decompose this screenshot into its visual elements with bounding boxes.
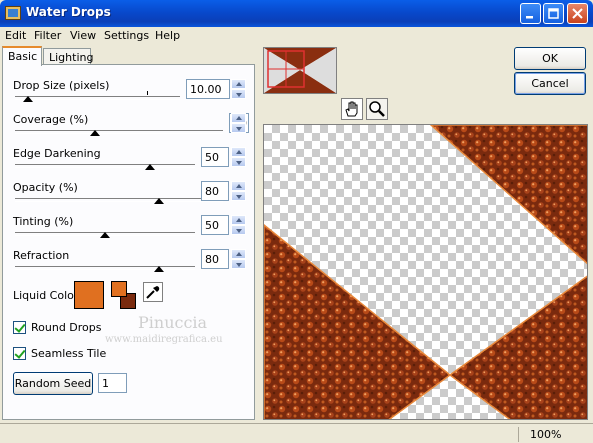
coverage-spinner[interactable] <box>231 113 246 133</box>
cancel-button[interactable]: Cancel <box>514 72 586 95</box>
tinting-thumb[interactable] <box>100 232 110 238</box>
seamless-tile-label: Seamless Tile <box>31 347 107 360</box>
drop-size-slider[interactable] <box>15 96 180 100</box>
eyedropper-icon <box>146 286 160 299</box>
tinting-spinner[interactable] <box>231 215 246 235</box>
zoom-tool-button[interactable] <box>366 98 388 120</box>
edge-darkening-thumb[interactable] <box>145 164 155 170</box>
random-seed-field[interactable]: 1 <box>98 373 127 393</box>
title-bar: Water Drops <box>0 0 593 27</box>
refraction-thumb[interactable] <box>154 266 164 272</box>
drop-size-field[interactable]: 10.00 <box>186 79 230 99</box>
watermark-name: Pinuccia <box>138 313 208 332</box>
menu-settings[interactable]: Settings <box>104 29 149 42</box>
menu-bar: Edit Filter View Settings Help <box>0 27 593 45</box>
opacity-thumb[interactable] <box>154 198 164 204</box>
random-seed-button[interactable]: Random Seed <box>13 372 93 395</box>
minimize-icon <box>526 16 533 19</box>
refraction-field[interactable]: 80 <box>201 249 229 269</box>
foreground-color-swatch[interactable] <box>111 281 127 297</box>
zoom-level: 100% <box>530 428 562 441</box>
edge-darkening-slider[interactable] <box>15 164 195 168</box>
opacity-slider[interactable] <box>15 198 223 202</box>
navigator-thumbnail[interactable] <box>263 47 337 94</box>
refraction-spinner[interactable] <box>231 249 246 269</box>
round-drops-checkbox[interactable] <box>13 321 26 334</box>
app-icon <box>5 6 21 20</box>
menu-view[interactable]: View <box>70 29 96 42</box>
status-bar: 100% <box>0 423 593 443</box>
tinting-label: Tinting (%) <box>13 215 74 228</box>
coverage-label: Coverage (%) <box>13 113 89 126</box>
menu-help[interactable]: Help <box>155 29 180 42</box>
minimize-button[interactable] <box>520 3 541 24</box>
watermark-url: www.maidiregrafica.eu <box>105 334 223 345</box>
round-drops-label: Round Drops <box>31 321 102 334</box>
close-button[interactable] <box>567 3 588 24</box>
opacity-spinner[interactable] <box>231 181 246 201</box>
preview-image <box>264 125 587 419</box>
edge-darkening-field[interactable]: 50 <box>201 147 229 167</box>
liquid-color-swatch[interactable] <box>74 281 104 309</box>
eyedropper-button[interactable] <box>143 282 163 302</box>
liquid-color-label: Liquid Color <box>13 289 79 302</box>
drop-size-spinner[interactable] <box>231 79 246 99</box>
tinting-field[interactable]: 50 <box>201 215 229 235</box>
opacity-label: Opacity (%) <box>13 181 78 194</box>
maximize-button[interactable] <box>543 3 564 24</box>
ok-button[interactable]: OK <box>514 47 586 70</box>
close-icon <box>572 8 583 19</box>
coverage-thumb[interactable] <box>90 130 100 136</box>
status-zoom-cell: 100% <box>518 427 593 442</box>
drop-size-thumb[interactable] <box>23 96 34 102</box>
window-title: Water Drops <box>26 5 111 19</box>
edge-darkening-label: Edge Darkening <box>13 147 101 160</box>
seamless-tile-checkbox[interactable] <box>13 347 26 360</box>
pan-tool-button[interactable] <box>341 98 363 120</box>
refraction-slider[interactable] <box>15 266 195 270</box>
maximize-icon <box>548 8 559 19</box>
preview-canvas[interactable] <box>263 124 588 420</box>
navigator-image <box>264 48 336 93</box>
opacity-field[interactable]: 80 <box>201 181 229 201</box>
tab-basic[interactable]: Basic <box>2 46 42 66</box>
drop-size-label: Drop Size (pixels) <box>13 79 110 92</box>
edge-darkening-spinner[interactable] <box>231 147 246 167</box>
menu-filter[interactable]: Filter <box>34 29 61 42</box>
hand-icon <box>345 101 358 117</box>
refraction-label: Refraction <box>13 249 70 262</box>
magnifier-icon <box>369 101 385 117</box>
menu-edit[interactable]: Edit <box>5 29 26 42</box>
coverage-slider[interactable] <box>15 130 223 134</box>
slider-tick <box>147 91 148 95</box>
